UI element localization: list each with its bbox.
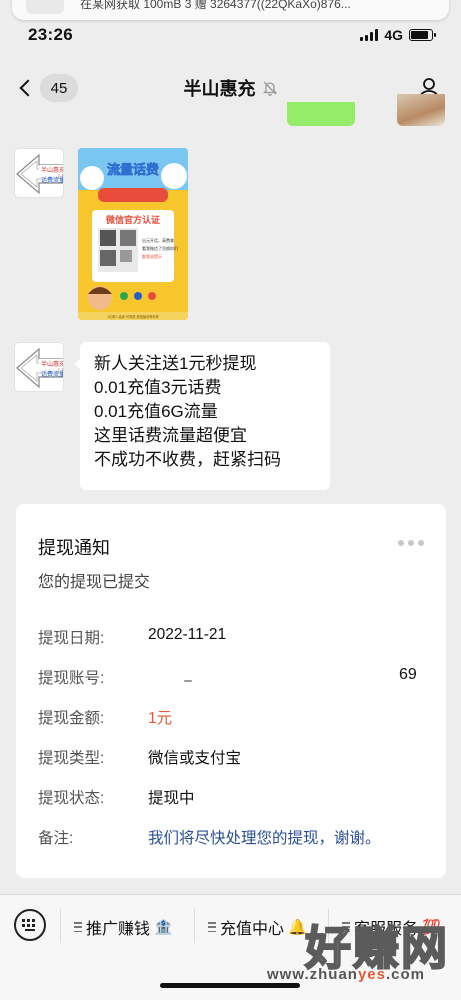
watermark-url: www.zhuanyes.com [267,966,425,983]
withdraw-type-row: 提现类型: 微信或支付宝 [38,746,241,768]
submenu-icon [74,922,82,932]
text-message-bubble[interactable]: 新人关注送1元秒提现 0.01充值3元话费 0.01充值6G流量 这里话费流量超… [74,342,330,490]
back-arrow-icon [19,79,37,97]
menu-item-label: 推广赚钱 [86,921,151,938]
back-button[interactable]: 45 [16,74,78,102]
svg-text:1元新人话费·可提现·超值福利等你来: 1元新人话费·可提现·超值福利等你来 [107,314,160,319]
row-value: 2022-11-21 [148,626,227,643]
message-line: 0.01充值3元话费 [94,378,222,397]
message-line: 0.01充值6G流量 [94,402,218,421]
svg-text:微信官方认证: 微信官方认证 [105,214,160,225]
more-options-icon[interactable] [398,540,424,546]
withdraw-status-row: 提现状态: 提现中 [38,786,195,808]
battery-level [411,31,428,39]
account-number-tail: 69 [399,666,417,683]
row-value: 我们将尽快处理您的提现，谢谢。 [148,830,381,847]
card-title: 提现通知 [38,538,110,558]
logo-image: 半山惠充 话费流量 [16,347,64,389]
svg-text:出元开话，高费拿: 出元开话，高费拿 [142,237,174,243]
unread-count-badge: 45 [40,74,78,102]
chat-header: 45 半山惠充 [0,60,461,116]
row-label: 提现日期: [38,630,105,647]
row-value: 1元 [148,710,173,727]
logo-image: 半山惠充 话费流量 [16,153,64,195]
svg-text:半山惠充: 半山惠充 [41,166,64,174]
keyboard-icon [22,919,35,931]
withdraw-date-row: 提现日期: 2022-11-21 [38,626,226,648]
previous-image-message[interactable] [397,94,445,126]
row-label: 备注: [38,830,74,847]
notification-banner[interactable]: 在某网获取 100mB 3 赠 3264377((22QKaXo)876... [12,0,449,20]
previous-sent-bubble[interactable] [287,102,355,126]
card-subtitle: 您的提现已提交 [38,574,151,591]
svg-text:跟我说提示: 跟我说提示 [142,253,162,259]
site-watermark: 好赚网 www.zhuanyes.com [249,912,449,996]
poster-graphic: 流量话费 微信官方认证 出元开话，高费拿 看我微信了兑换你们 跟我说提示 1元新… [78,148,188,320]
status-indicators: 4G [360,27,436,43]
battery-icon [409,29,436,41]
row-label: 提现金额: [38,710,105,727]
poster-image-message[interactable]: 流量话费 微信官方认证 出元开话，高费拿 看我微信了兑换你们 跟我说提示 1元新… [78,148,188,320]
svg-text:流量话费: 流量话费 [107,162,159,177]
svg-text:看我微信了兑换你们: 看我微信了兑换你们 [142,245,178,251]
notification-text: 在某网获取 100mB 3 赠 3264377((22QKaXo)876... [80,0,351,11]
svg-text:半山惠充: 半山惠充 [41,360,64,368]
row-label: 提现类型: [38,750,105,767]
message-line: 不成功不收费，赶紧扫码 [94,450,281,469]
remark-row: 备注: 我们将尽快处理您的提现，谢谢。 [38,826,381,848]
submenu-icon [208,922,216,932]
keyboard-toggle-button[interactable] [14,909,46,941]
status-bar: 23:26 4G [0,20,461,50]
svg-text:话费流量: 话费流量 [41,370,64,378]
redacted-account-mark [184,680,192,682]
chat-title: 半山惠充 [184,75,278,101]
message-line: 这里话费流量超便宜 [94,426,247,445]
withdraw-amount-row: 提现金额: 1元 [38,706,172,728]
sender-avatar[interactable]: 半山惠充 话费流量 [14,342,64,392]
row-label: 提现账号: [38,670,105,687]
row-label: 提现状态: [38,790,105,807]
status-time: 23:26 [28,25,73,44]
menu-item-promote[interactable]: 推广赚钱 🏦 [74,915,173,939]
notification-app-icon [26,0,64,14]
signal-icon [360,29,379,41]
svg-text:话费流量: 话费流量 [41,176,64,184]
row-value: 微信或支付宝 [148,750,242,767]
network-type: 4G [384,27,403,43]
chat-title-text: 半山惠充 [183,79,256,99]
bank-icon: 🏦 [154,919,173,936]
mute-bell-icon [262,81,277,96]
message-line: 新人关注送1元秒提现 [94,354,257,373]
withdraw-account-row: 提现账号: [38,666,148,688]
sender-avatar[interactable]: 半山惠充 话费流量 [14,148,64,198]
row-value: 提现中 [148,790,195,807]
withdrawal-notice-card[interactable]: 提现通知 您的提现已提交 提现日期: 2022-11-21 提现账号: 69 提… [16,504,446,878]
menu-divider [194,909,195,943]
menu-divider [60,909,61,943]
